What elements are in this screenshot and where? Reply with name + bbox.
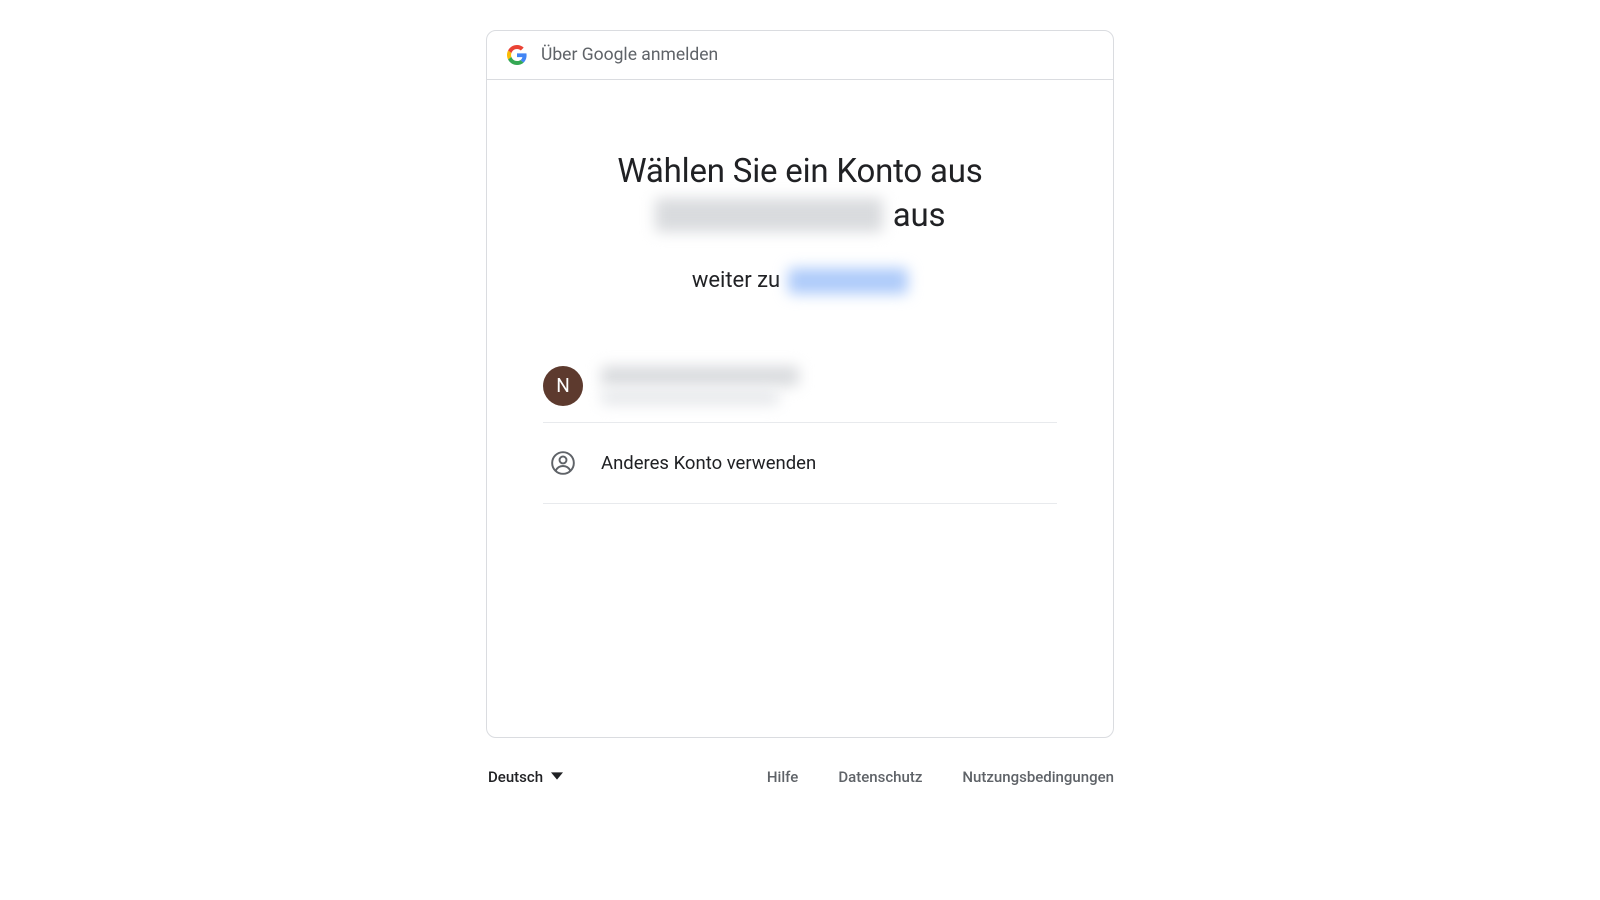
headline-line1: Wählen Sie ein Konto aus: [617, 152, 982, 191]
footer: Deutsch Hilfe Datenschutz Nutzungsbeding…: [486, 738, 1114, 792]
signin-card: Über Google anmelden Wählen Sie ein Kont…: [486, 30, 1114, 738]
person-icon: [543, 443, 583, 483]
headline-line2-suffix: aus: [893, 194, 946, 238]
redacted-account-name: [601, 366, 799, 386]
privacy-link[interactable]: Datenschutz: [838, 768, 922, 786]
language-label: Deutsch: [488, 768, 543, 786]
help-link[interactable]: Hilfe: [767, 768, 798, 786]
redacted-domain: [655, 198, 883, 232]
subline: weiter zu: [692, 268, 908, 294]
use-other-account-button[interactable]: Anderes Konto verwenden: [543, 423, 1057, 504]
card-body: Wählen Sie ein Konto aus aus weiter zu N: [487, 80, 1113, 737]
account-text: [601, 366, 799, 405]
google-logo-icon: [507, 45, 527, 65]
use-other-account-label: Anderes Konto verwenden: [601, 452, 816, 474]
account-item[interactable]: N: [543, 350, 1057, 423]
account-list: N Anderes Konto verwenden: [543, 350, 1057, 504]
card-header: Über Google anmelden: [487, 31, 1113, 80]
page-root: Über Google anmelden Wählen Sie ein Kont…: [0, 0, 1600, 900]
subline-prefix: weiter zu: [692, 268, 780, 293]
caret-down-icon: [551, 768, 563, 786]
card-header-title: Über Google anmelden: [541, 45, 718, 65]
page-headline: Wählen Sie ein Konto aus aus: [617, 150, 982, 244]
avatar: N: [543, 366, 583, 406]
redacted-account-email: [601, 390, 779, 405]
headline-line2: aus: [655, 194, 946, 238]
redacted-app-name: [788, 268, 908, 294]
language-select[interactable]: Deutsch: [486, 762, 565, 792]
footer-links: Hilfe Datenschutz Nutzungsbedingungen: [767, 768, 1114, 786]
terms-link[interactable]: Nutzungsbedingungen: [962, 768, 1114, 786]
